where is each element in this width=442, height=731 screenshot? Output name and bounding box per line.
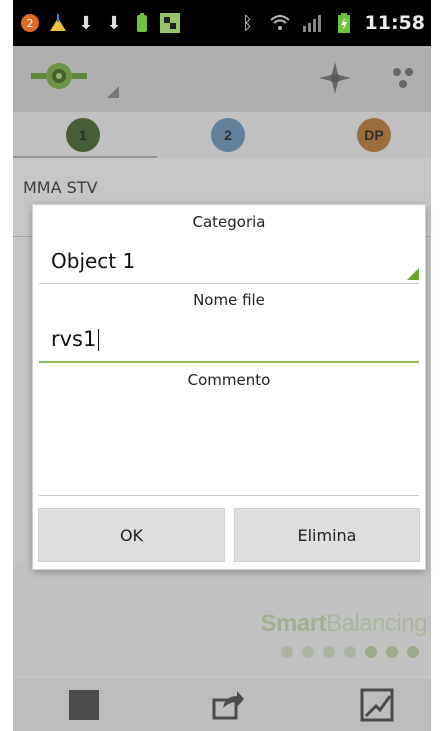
download-icon: ⬇ bbox=[106, 12, 122, 34]
download-icon: ⬇ bbox=[78, 12, 94, 34]
category-select[interactable]: Object 1 bbox=[39, 241, 419, 284]
category-value: Object 1 bbox=[51, 249, 136, 273]
bluetooth-icon: ᛒ bbox=[242, 12, 253, 34]
battery-app-icon bbox=[131, 12, 153, 34]
text-caret bbox=[98, 329, 100, 351]
signal-icon bbox=[301, 12, 323, 34]
comment-label: Commento bbox=[187, 371, 271, 389]
filename-label: Nome file bbox=[193, 291, 265, 309]
battery-icon bbox=[333, 12, 355, 34]
ok-button[interactable]: OK bbox=[38, 508, 225, 562]
filename-input[interactable]: rvs1 bbox=[39, 321, 419, 363]
filename-value: rvs1 bbox=[51, 327, 97, 351]
notification-badge-icon: 2 bbox=[19, 12, 41, 34]
category-label: Categoria bbox=[192, 213, 266, 231]
dropdown-arrow-icon bbox=[407, 268, 419, 280]
comment-input[interactable] bbox=[39, 401, 419, 496]
svg-text:2: 2 bbox=[27, 17, 34, 30]
wifi-icon bbox=[269, 12, 291, 34]
save-dialog: Categoria Object 1 Nome file rvs1 Commen… bbox=[33, 205, 425, 569]
chess-icon bbox=[159, 12, 181, 34]
status-time: 11:58 bbox=[364, 12, 425, 34]
status-bar: 2 ⬇ ⬇ ᛒ 11:58 bbox=[13, 0, 431, 46]
cleaner-icon bbox=[47, 12, 69, 34]
delete-button[interactable]: Elimina bbox=[234, 508, 420, 562]
